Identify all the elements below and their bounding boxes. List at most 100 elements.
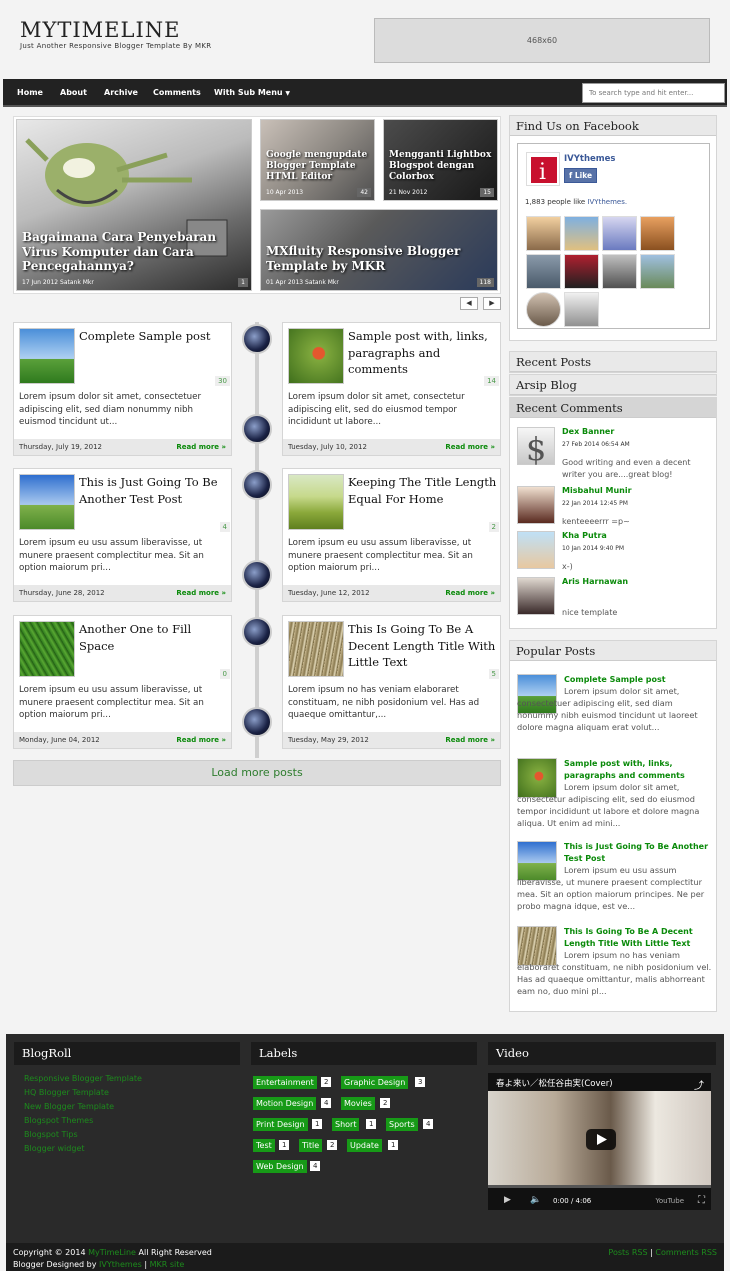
blogroll-link[interactable]: New Blogger Template	[24, 1102, 114, 1111]
commenter-name[interactable]: Misbahul Munir	[562, 486, 632, 495]
label-tag[interactable]: Entertainment	[253, 1076, 317, 1089]
read-more-link[interactable]: Read more »	[176, 736, 226, 744]
comment-count[interactable]: 0	[219, 669, 230, 679]
blogroll-link[interactable]: Blogspot Tips	[24, 1130, 78, 1139]
comment-count[interactable]: 4	[219, 522, 230, 532]
label-tag[interactable]: Web Design	[253, 1160, 307, 1173]
commenter-name[interactable]: Aris Harnawan	[562, 577, 628, 586]
volume-icon[interactable]: 🔈	[530, 1195, 541, 1205]
ivythemes-logo[interactable]: i	[526, 152, 560, 186]
fan-avatar[interactable]	[602, 254, 637, 289]
comment-count[interactable]: 30	[215, 376, 230, 386]
post-title[interactable]: Another One to Fill Space	[79, 621, 229, 654]
blogroll-link[interactable]: Responsive Blogger Template	[24, 1074, 142, 1083]
nav-about[interactable]: About	[60, 88, 87, 97]
label-tag[interactable]: Motion Design	[253, 1097, 317, 1110]
label-tag[interactable]: Print Design	[253, 1118, 308, 1131]
post-thumbnail[interactable]	[288, 328, 344, 384]
slide-title[interactable]: Bagaimana Cara Penyebaran Virus Komputer…	[22, 230, 248, 274]
label-tag[interactable]: Sports	[386, 1118, 418, 1131]
fb-page-name[interactable]: IVYthemes	[564, 154, 615, 164]
avatar[interactable]	[517, 577, 555, 615]
slide-lightbox[interactable]: Mengganti Lightbox Blogspot dengan Color…	[383, 119, 498, 201]
label-tag[interactable]: Update	[347, 1139, 382, 1152]
avatar[interactable]	[517, 531, 555, 569]
play-button[interactable]	[586, 1129, 616, 1150]
share-icon[interactable]: ⤴	[694, 1077, 704, 1092]
fan-avatar[interactable]	[640, 216, 675, 251]
fan-avatar[interactable]	[564, 292, 599, 327]
commenter-name[interactable]: Kha Putra	[562, 531, 607, 540]
fan-avatar[interactable]	[564, 216, 599, 251]
slide-title[interactable]: Google mengupdate Blogger Template HTML …	[266, 150, 374, 183]
commenter-name[interactable]: Dex Banner	[562, 427, 614, 436]
fan-avatar[interactable]	[602, 216, 637, 251]
youtube-logo[interactable]: YouTube	[656, 1197, 684, 1205]
avatar[interactable]	[517, 486, 555, 524]
read-more-link[interactable]: Read more »	[176, 589, 226, 597]
site-title[interactable]: MYTIMELINE	[20, 18, 180, 42]
search-input[interactable]: To search type and hit enter...	[582, 83, 725, 103]
slider-next-button[interactable]: ▶	[483, 297, 501, 310]
fullscreen-icon[interactable]: ⛶	[698, 1195, 705, 1206]
comments-rss-link[interactable]: Comments RSS	[655, 1248, 717, 1257]
blogroll-link[interactable]: Blogspot Themes	[24, 1116, 93, 1125]
label-tag[interactable]: Movies	[341, 1097, 375, 1110]
post-title[interactable]: This Is Going To Be A Decent Length Titl…	[348, 621, 498, 671]
slide-title[interactable]: Mengganti Lightbox Blogspot dengan Color…	[389, 150, 497, 183]
site-link[interactable]: MyTimeLine	[88, 1248, 136, 1257]
ad-banner[interactable]: 468x60	[374, 18, 710, 63]
post-thumbnail[interactable]	[19, 474, 75, 530]
slide-title[interactable]: MXfluity Responsive Blogger Template by …	[266, 244, 492, 273]
read-more-link[interactable]: Read more »	[445, 736, 495, 744]
nav-archive[interactable]: Archive	[104, 88, 138, 97]
video-player[interactable]: 春よ来い／松任谷由実(Cover) ⤴ ▶ 🔈 0:00 / 4:06 YouT…	[488, 1073, 711, 1210]
read-more-link[interactable]: Read more »	[445, 589, 495, 597]
designer-link[interactable]: IVYthemes	[99, 1260, 142, 1269]
post-thumbnail[interactable]	[19, 621, 75, 677]
post-title[interactable]: Sample post with, links, paragraphs and …	[348, 328, 498, 378]
post-thumbnail[interactable]	[288, 621, 344, 677]
load-more-button[interactable]: Load more posts	[13, 760, 501, 786]
fb-count-page[interactable]: IVYthemes.	[587, 198, 627, 206]
read-more-link[interactable]: Read more »	[445, 443, 495, 451]
video-progress-bar[interactable]	[488, 1185, 711, 1188]
video-title[interactable]: 春よ来い／松任谷由実(Cover)	[496, 1077, 613, 1089]
post-title[interactable]: Complete Sample post	[79, 328, 229, 345]
blogroll-link[interactable]: HQ Blogger Template	[24, 1088, 109, 1097]
mkr-site-link[interactable]: MKR site	[150, 1260, 185, 1269]
nav-with-sub-menu[interactable]: With Sub Menu ▼	[214, 88, 290, 97]
read-more-link[interactable]: Read more »	[176, 443, 226, 451]
blogroll-link[interactable]: Blogger widget	[24, 1144, 85, 1153]
play-small-icon[interactable]: ▶	[504, 1195, 511, 1205]
widget-heading[interactable]: Recent Posts	[510, 352, 716, 372]
post-thumbnail[interactable]	[19, 328, 75, 384]
fb-like-button[interactable]: f Like	[564, 168, 598, 183]
slide-mxfluity[interactable]: MXfluity Responsive Blogger Template by …	[260, 209, 498, 291]
comment-count[interactable]: 5	[488, 669, 499, 679]
archive-widget[interactable]: Arsip Blog	[509, 374, 717, 396]
fan-avatar[interactable]	[640, 254, 675, 289]
post-title[interactable]: This is Just Going To Be Another Test Po…	[79, 474, 229, 507]
slider-prev-button[interactable]: ◀	[460, 297, 478, 310]
comment-count[interactable]: 2	[488, 522, 499, 532]
post-title[interactable]: Keeping The Title Length Equal For Home	[348, 474, 498, 507]
fan-avatar[interactable]	[526, 216, 561, 251]
label-tag[interactable]: Graphic Design	[341, 1076, 409, 1089]
nav-home[interactable]: Home	[17, 88, 43, 97]
post-thumbnail[interactable]	[288, 474, 344, 530]
label-tag[interactable]: Title	[299, 1139, 323, 1152]
comment-count[interactable]: 14	[484, 376, 499, 386]
nav-comments[interactable]: Comments	[153, 88, 201, 97]
fan-avatar[interactable]	[564, 254, 599, 289]
fan-avatar[interactable]	[526, 254, 561, 289]
widget-heading[interactable]: Arsip Blog	[510, 375, 716, 395]
label-tag[interactable]: Test	[253, 1139, 275, 1152]
fan-avatar[interactable]	[526, 292, 561, 327]
slide-virus[interactable]: Bagaimana Cara Penyebaran Virus Komputer…	[16, 119, 252, 291]
recent-posts-widget[interactable]: Recent Posts	[509, 351, 717, 373]
slide-google-update[interactable]: Google mengupdate Blogger Template HTML …	[260, 119, 375, 201]
avatar[interactable]: $	[517, 427, 555, 468]
label-tag[interactable]: Short	[332, 1118, 360, 1131]
posts-rss-link[interactable]: Posts RSS	[608, 1248, 647, 1257]
